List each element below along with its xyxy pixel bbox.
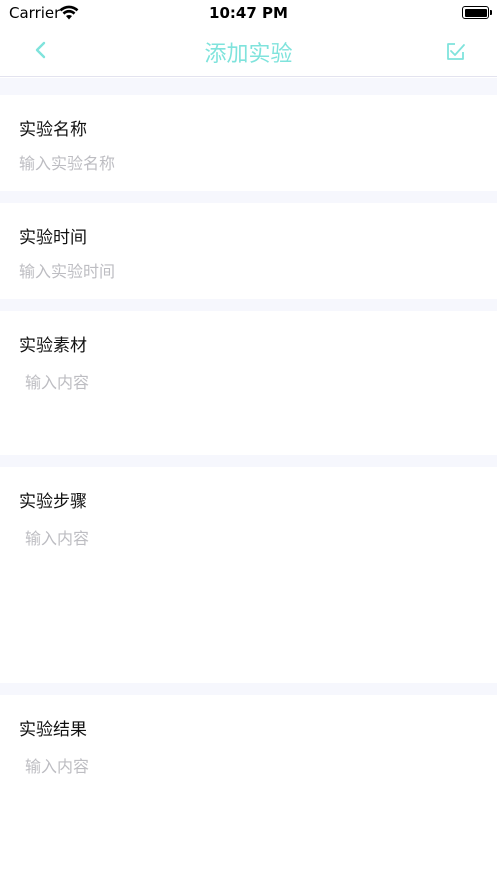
time-section: 实验时间 (0, 203, 497, 299)
materials-section: 实验素材 (0, 311, 497, 455)
steps-section: 实验步骤 (0, 467, 497, 683)
nav-bar: 添加实验 (0, 26, 497, 77)
steps-textarea[interactable] (19, 521, 479, 677)
section-divider (0, 299, 497, 311)
time-input[interactable] (19, 257, 474, 285)
section-divider (0, 191, 497, 203)
materials-label: 实验素材 (19, 336, 87, 356)
section-divider (0, 455, 497, 467)
page-title: 添加实验 (204, 42, 293, 67)
results-label: 实验结果 (19, 720, 87, 740)
results-textarea[interactable] (19, 749, 479, 869)
section-divider (0, 78, 497, 95)
results-section: 实验结果 (0, 695, 497, 875)
experiment-form: 实验名称 实验时间 实验素材 实验步骤 实验结果 (0, 78, 497, 875)
section-divider (0, 683, 497, 695)
name-section: 实验名称 (0, 95, 497, 191)
chevron-left-icon (35, 41, 46, 59)
battery-cap (490, 10, 492, 15)
steps-label: 实验步骤 (19, 492, 87, 512)
time-label: 实验时间 (19, 228, 87, 248)
status-bar: Carrier 10:47 PM (0, 0, 497, 26)
checkbox-check-icon (447, 43, 465, 60)
materials-textarea[interactable] (19, 365, 479, 449)
name-label: 实验名称 (19, 120, 87, 140)
status-time: 10:47 PM (209, 4, 288, 22)
save-button[interactable] (438, 36, 474, 66)
back-button[interactable] (24, 36, 60, 66)
battery-icon (462, 6, 489, 19)
screen: Carrier 10:47 PM 添加实验 实验名称 输入实验名称 实验时间 输… (0, 0, 497, 883)
name-input[interactable] (19, 149, 474, 177)
